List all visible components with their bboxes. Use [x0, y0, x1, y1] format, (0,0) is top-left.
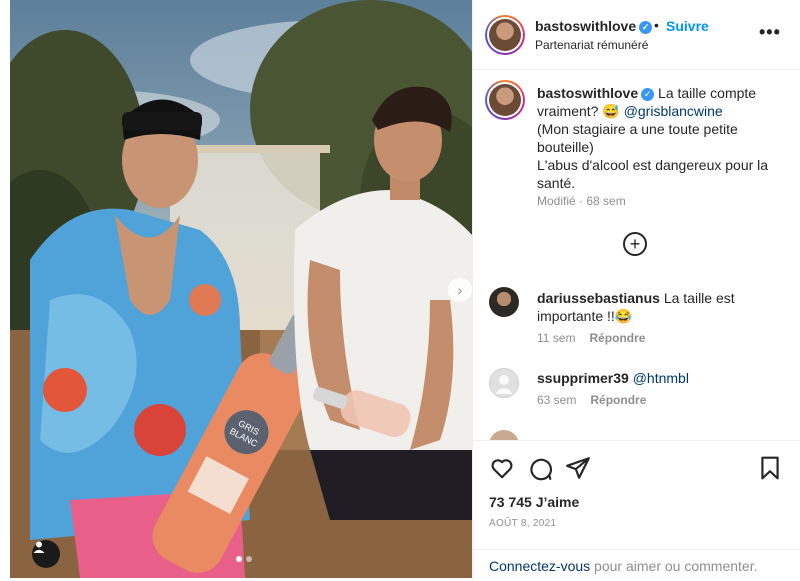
load-more-comments-button[interactable]: +: [623, 232, 647, 256]
commenter-username[interactable]: dariussebastianus: [537, 290, 660, 306]
post-details-panel: bastoswithlove ✓ • Suivre Partenariat rém…: [472, 0, 800, 580]
commenter-avatar[interactable]: [489, 368, 519, 398]
reply-button[interactable]: Répondre: [589, 331, 645, 345]
meta-separator: ·: [575, 194, 587, 208]
reply-button[interactable]: Répondre: [590, 393, 646, 407]
comment-age[interactable]: 11 sem: [537, 331, 575, 345]
commenter-avatar[interactable]: [489, 287, 519, 317]
author-avatar[interactable]: [485, 15, 525, 55]
caption-mention-link[interactable]: @grisblancwine: [624, 103, 723, 119]
comment-icon[interactable]: [527, 455, 553, 481]
instagram-post-view: GRIS BLANC › bastoswithlove ✓ • Suivre P…: [0, 0, 800, 580]
caption-line-3: L'abus d'alcool est dangereux pour la sa…: [537, 157, 769, 191]
post-actions: 73 745 J’aime AOÛT 8, 2021 Connectez-vou…: [473, 440, 800, 580]
login-prompt-text: pour aimer ou commenter.: [590, 558, 758, 574]
commenter-avatar[interactable]: [489, 430, 519, 440]
paid-partnership-label[interactable]: Partenariat rémunéré: [535, 38, 648, 52]
carousel-dot-active: [236, 556, 242, 562]
caption-author-avatar[interactable]: [485, 80, 525, 120]
caption-line-2: (Mon stagiaire a une toute petite boutei…: [537, 121, 738, 155]
verified-badge-icon: ✓: [641, 87, 655, 101]
tagged-users-button[interactable]: [32, 540, 60, 568]
login-prompt: Connectez-vous pour aimer ou commenter.: [473, 549, 800, 581]
user-tag-icon: [33, 541, 45, 553]
add-circle-icon: +: [629, 234, 641, 254]
comment-body[interactable]: @htnmbl: [633, 370, 689, 386]
likes-count[interactable]: 73 745 J’aime: [489, 494, 579, 510]
author-username[interactable]: bastoswithlove: [535, 18, 636, 34]
header-separator: •: [654, 17, 659, 33]
caption-username[interactable]: bastoswithlove: [537, 85, 638, 101]
caption-age[interactable]: 68 sem: [586, 194, 625, 208]
follow-button[interactable]: Suivre: [666, 18, 709, 34]
edited-label: Modifié: [537, 194, 576, 208]
bookmark-icon[interactable]: [757, 455, 783, 481]
caption-text: bastoswithlove ✓ La taille compte vraimen…: [537, 84, 787, 192]
carousel-dot: [246, 556, 252, 562]
heart-icon[interactable]: [489, 455, 515, 481]
author-username-link[interactable]: bastoswithlove ✓: [535, 18, 653, 34]
caption-meta: Modifié · 68 sem: [537, 194, 626, 208]
photo-illustration: GRIS BLANC: [10, 0, 472, 578]
more-options-icon[interactable]: •••: [759, 22, 781, 43]
comment-text: dariussebastianus La taille est importan…: [537, 289, 787, 325]
comment-item-partial: [489, 430, 785, 440]
verified-badge-icon: ✓: [639, 21, 653, 34]
commenter-username[interactable]: ssupprimer39: [537, 370, 629, 386]
default-avatar-icon: [495, 375, 513, 394]
comment-text: ssupprimer39 @htnmbl: [537, 369, 787, 387]
comment-age[interactable]: 63 sem: [537, 393, 576, 407]
post-header: bastoswithlove ✓ • Suivre Partenariat rém…: [473, 0, 800, 70]
carousel-indicator: [236, 556, 252, 562]
login-link[interactable]: Connectez-vous: [489, 558, 590, 574]
post-photo[interactable]: GRIS BLANC ›: [10, 0, 472, 578]
next-photo-button[interactable]: ›: [448, 278, 472, 302]
chevron-right-icon: ›: [457, 282, 463, 298]
share-icon[interactable]: [565, 455, 591, 481]
post-date[interactable]: AOÛT 8, 2021: [489, 518, 556, 529]
comment-meta: 11 sem Répondre: [537, 331, 645, 345]
comment-meta: 63 sem Répondre: [537, 393, 646, 407]
